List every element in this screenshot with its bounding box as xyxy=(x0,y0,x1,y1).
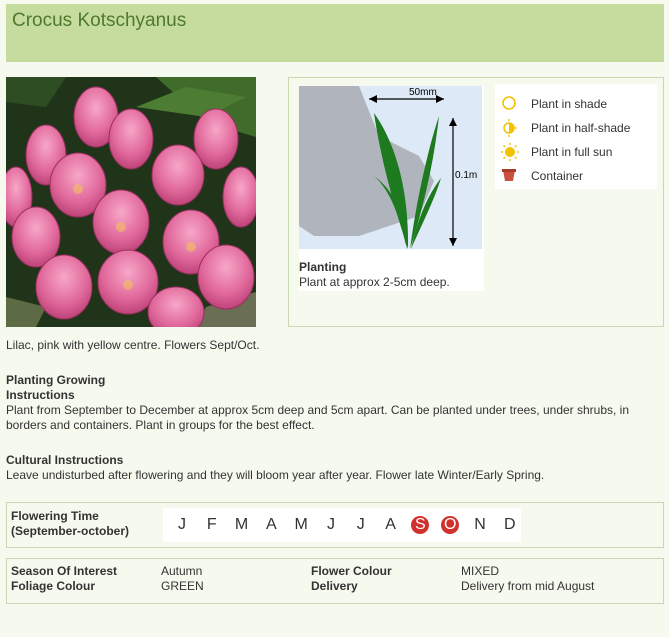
flowering-time-box: Flowering Time (September-october) JFMAM… xyxy=(6,502,664,548)
planting-title: Planting xyxy=(299,260,347,274)
planting-instructions-title-line1: Planting Growing xyxy=(6,373,106,387)
month-flowering: S xyxy=(405,508,435,542)
month: N xyxy=(465,508,495,542)
month-label: J xyxy=(178,516,186,533)
shade-icon xyxy=(502,96,516,110)
foliage-colour-key: Foliage Colour xyxy=(11,579,95,593)
planting-instructions-title-line2: Instructions xyxy=(6,388,75,402)
month-label: F xyxy=(206,516,217,533)
plant-photo xyxy=(6,77,256,327)
month: J xyxy=(167,508,197,542)
cultural-instructions-title: Cultural Instructions xyxy=(6,453,124,467)
width-measure-label: 50mm xyxy=(409,87,437,98)
crocus-photo-image xyxy=(6,77,256,327)
planting-depth-diagram xyxy=(299,86,482,249)
month: J xyxy=(316,508,346,542)
delivery-key: Delivery xyxy=(311,579,358,593)
foliage-colour-value: GREEN xyxy=(161,579,204,593)
season-of-interest-value: Autumn xyxy=(161,564,203,578)
title-bar: Crocus Kotschyanus xyxy=(6,4,664,62)
legend-label: Container xyxy=(531,169,584,183)
cultural-instructions-section: Cultural Instructions Leave undisturbed … xyxy=(6,453,544,483)
month: J xyxy=(346,508,376,542)
month: F xyxy=(197,508,227,542)
delivery-value: Delivery from mid August xyxy=(461,579,595,593)
flower-colour-value: MIXED xyxy=(461,564,500,578)
flower-colour-key: Flower Colour xyxy=(311,564,392,578)
month-flowering: O xyxy=(435,508,465,542)
half-shade-icon xyxy=(503,119,517,137)
month-label: N xyxy=(474,516,486,533)
month: A xyxy=(256,508,286,542)
planting-text: Plant at approx 2-5cm deep. xyxy=(299,275,450,289)
planting-info-panel: 50mm 0.1m Planting Plant at approx 2-5cm… xyxy=(288,77,664,327)
month: D xyxy=(495,508,525,542)
height-measure-label: 0.1m xyxy=(455,170,478,181)
flowering-time-title: Flowering Time xyxy=(11,509,99,523)
month-label: D xyxy=(504,516,516,533)
month-label: S xyxy=(415,516,426,533)
plant-description: Lilac, pink with yellow centre. Flowers … xyxy=(6,338,260,352)
plant-details-box: Season Of Interest Autumn Flower Colour … xyxy=(6,558,664,604)
cultural-instructions-text: Leave undisturbed after flowering and th… xyxy=(6,468,545,482)
legend-item-full-sun: Plant in full sun xyxy=(495,142,655,162)
legend-label: Plant in shade xyxy=(531,97,608,111)
legend-label: Plant in half-shade xyxy=(531,121,631,135)
month-label: M xyxy=(234,516,249,533)
season-of-interest-key: Season Of Interest xyxy=(11,564,118,578)
page-title: Crocus Kotschyanus xyxy=(12,10,187,31)
planting-instructions-line1: Plant from September to December at appr… xyxy=(6,403,630,417)
legend-label: Plant in full sun xyxy=(531,145,613,159)
month: A xyxy=(376,508,406,542)
month-label: A xyxy=(385,516,396,533)
planting-instructions-line2: borders and containers. Plant in groups … xyxy=(6,418,315,432)
month-label: O xyxy=(443,516,457,533)
planting-diagram-box: 50mm 0.1m Planting Plant at approx 2-5cm… xyxy=(299,86,484,291)
month-strip: JFMAMJJASOND xyxy=(163,508,521,542)
legend: Plant in shade Plant in half-shade Plant… xyxy=(495,84,657,189)
legend-item-shade: Plant in shade xyxy=(495,94,655,114)
month-label: M xyxy=(294,516,308,533)
month-label: A xyxy=(266,516,277,533)
month: M xyxy=(227,508,257,542)
full-sun-icon xyxy=(501,143,519,161)
container-icon xyxy=(502,169,516,181)
flowering-time-label: Flowering Time (September-october) xyxy=(11,509,129,539)
month-label: J xyxy=(356,516,365,533)
flowering-time-range: (September-october) xyxy=(11,524,130,538)
legend-item-container: Container xyxy=(495,166,655,186)
month: M xyxy=(286,508,316,542)
legend-item-half-shade: Plant in half-shade xyxy=(495,118,655,138)
month-label: J xyxy=(327,516,335,533)
planting-instructions-section: Planting Growing Instructions Plant from… xyxy=(6,373,629,433)
